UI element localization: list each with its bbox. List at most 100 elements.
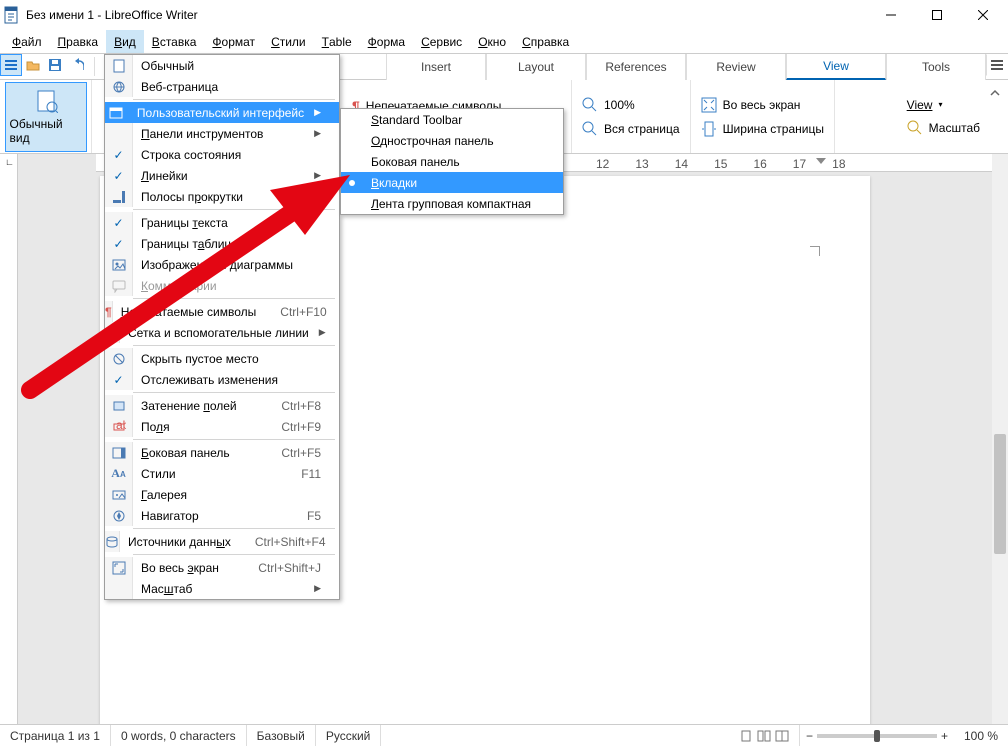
- menu-table[interactable]: Table: [314, 30, 360, 53]
- menu-item[interactable]: ✓Отслеживать изменения: [105, 369, 339, 390]
- zoom-100-button[interactable]: 100%: [578, 95, 684, 115]
- menu-формат[interactable]: Формат: [204, 30, 263, 53]
- menu-item[interactable]: Затенение полейCtrl+F8: [105, 395, 339, 416]
- qa-menu-button[interactable]: [0, 54, 22, 76]
- menu-item[interactable]: Боковая панельCtrl+F5: [105, 442, 339, 463]
- ribbon-tab-insert[interactable]: Insert: [386, 54, 486, 80]
- vertical-scrollbar[interactable]: [992, 154, 1008, 724]
- menu-вид[interactable]: Вид: [106, 30, 144, 53]
- menu-item-label: Полосы прокрутки: [133, 190, 304, 204]
- submenu-item[interactable]: Однострочная панель: [341, 130, 563, 151]
- submenu-item-label: Однострочная панель: [363, 134, 545, 148]
- full-icon: [105, 557, 133, 578]
- menu-item-label: Стили: [133, 467, 277, 481]
- status-style[interactable]: Базовый: [247, 725, 316, 746]
- view-menu-dropdown[interactable]: Обычный Веб-страница Пользовательский инте…: [104, 54, 340, 600]
- menu-вставка[interactable]: Вставка: [144, 30, 205, 53]
- submenu-arrow-icon: ▶: [304, 170, 321, 181]
- multi-page-icon: [757, 729, 771, 743]
- menu-форма[interactable]: Форма: [360, 30, 413, 53]
- qa-save-button[interactable]: [44, 54, 66, 76]
- ribbon-tab-view[interactable]: View: [786, 54, 886, 80]
- menu-item-label: Веб-страница: [133, 80, 321, 94]
- globe-icon: [105, 76, 133, 97]
- img-icon: [105, 254, 133, 275]
- minimize-button[interactable]: [868, 0, 914, 30]
- field-icon: ab: [105, 416, 133, 437]
- menu-shortcut: F11: [277, 467, 321, 481]
- submenu-item[interactable]: Standard Toolbar: [341, 109, 563, 130]
- status-words[interactable]: 0 words, 0 characters: [111, 725, 247, 746]
- fullscreen-button[interactable]: Во весь экран: [697, 95, 828, 115]
- menu-item[interactable]: AAСтилиF11: [105, 463, 339, 484]
- normal-view-button[interactable]: Обычный вид: [5, 82, 87, 152]
- menu-item-label: Навигатор: [133, 509, 283, 523]
- menu-item[interactable]: Сетка и вспомогательные линии▶: [105, 322, 339, 343]
- scrollbar-thumb[interactable]: [994, 434, 1006, 554]
- menu-item[interactable]: Пользовательский интерфейс▶: [105, 102, 339, 123]
- menu-item[interactable]: abПоляCtrl+F9: [105, 416, 339, 437]
- ribbon-overflow-button[interactable]: [986, 54, 1008, 76]
- menu-item[interactable]: ✓Границы текста: [105, 212, 339, 233]
- menu-item[interactable]: Во весь экранCtrl+Shift+J: [105, 557, 339, 578]
- menu-item[interactable]: Панели инструментов▶: [105, 123, 339, 144]
- menu-item[interactable]: Скрыть пустое место: [105, 348, 339, 369]
- menu-item[interactable]: Полосы прокрутки▶: [105, 186, 339, 207]
- menu-item-label: Границы текста: [133, 216, 321, 230]
- menu-item[interactable]: Источники данныхCtrl+Shift+F4: [105, 531, 339, 552]
- ribbon-tab-tools[interactable]: Tools: [886, 54, 986, 80]
- ribbon-tab-layout[interactable]: Layout: [486, 54, 586, 80]
- page-width-button[interactable]: Ширина страницы: [697, 119, 828, 139]
- zoom-100-label: 100%: [604, 98, 635, 112]
- status-view-icons[interactable]: [729, 725, 800, 746]
- menu-item[interactable]: НавигаторF5: [105, 505, 339, 526]
- status-page[interactable]: Страница 1 из 1: [0, 725, 111, 746]
- menu-item[interactable]: Изображения и диаграммы: [105, 254, 339, 275]
- maximize-button[interactable]: [914, 0, 960, 30]
- menu-item[interactable]: ✓Строка состояния: [105, 144, 339, 165]
- scale-button[interactable]: Масштаб: [903, 118, 984, 138]
- qa-undo-button[interactable]: [66, 54, 88, 76]
- pilcrow-icon: ¶: [105, 301, 113, 322]
- statusbar: Страница 1 из 1 0 words, 0 characters Ба…: [0, 724, 1008, 746]
- ribbon-tab-review[interactable]: Review: [686, 54, 786, 80]
- db-icon: [105, 531, 120, 552]
- menu-стили[interactable]: Стили: [263, 30, 314, 53]
- status-zoom[interactable]: 100 %: [954, 725, 1008, 746]
- view-menu-button[interactable]: View ▾: [903, 96, 984, 114]
- submenu-item[interactable]: Вкладки: [341, 172, 563, 193]
- menu-файл[interactable]: Файл: [4, 30, 50, 53]
- menu-item-label: Линейки: [133, 169, 304, 183]
- menu-item[interactable]: ✓Границы таблиц: [105, 233, 339, 254]
- zoom-slider[interactable]: − +: [800, 729, 954, 743]
- menu-item-label: Непечатаемые символы: [113, 305, 257, 319]
- user-interface-submenu[interactable]: Standard Toolbar Однострочная панель Боков…: [340, 108, 564, 215]
- menu-item-label: Затенение полей: [133, 399, 257, 413]
- menu-item[interactable]: Обычный: [105, 55, 339, 76]
- qa-open-button[interactable]: [22, 54, 44, 76]
- submenu-item[interactable]: Боковая панель: [341, 151, 563, 172]
- menu-окно[interactable]: Окно: [470, 30, 514, 53]
- menu-сервис[interactable]: Сервис: [413, 30, 470, 53]
- menu-item[interactable]: Веб-страница: [105, 76, 339, 97]
- menu-item[interactable]: Галерея: [105, 484, 339, 505]
- page-width-icon: [701, 121, 717, 137]
- zoom-out-icon[interactable]: −: [806, 729, 813, 743]
- whole-page-button[interactable]: Вся страница: [578, 119, 684, 139]
- submenu-item[interactable]: Лента групповая компактная: [341, 193, 563, 214]
- menu-item-label: Галерея: [133, 488, 321, 502]
- menu-item[interactable]: ¶Непечатаемые символыCtrl+F10: [105, 301, 339, 322]
- zoom-in-icon[interactable]: +: [941, 729, 948, 743]
- menu-shortcut: Ctrl+Shift+F4: [231, 535, 326, 549]
- ribbon-tab-references[interactable]: References: [586, 54, 686, 80]
- bullet-icon: [341, 130, 363, 151]
- menu-правка[interactable]: Правка: [50, 30, 107, 53]
- collapse-ribbon-button[interactable]: [984, 82, 1006, 104]
- status-language[interactable]: Русский: [316, 725, 382, 746]
- menubar[interactable]: ФайлПравкаВидВставкаФорматСтилиTableФорм…: [0, 30, 1008, 54]
- close-button[interactable]: [960, 0, 1006, 30]
- menu-item[interactable]: ✓Линейки▶: [105, 165, 339, 186]
- menu-справка[interactable]: Справка: [514, 30, 577, 53]
- menu-item[interactable]: Масштаб▶: [105, 578, 339, 599]
- menu-item-label: Комментарии: [133, 279, 321, 293]
